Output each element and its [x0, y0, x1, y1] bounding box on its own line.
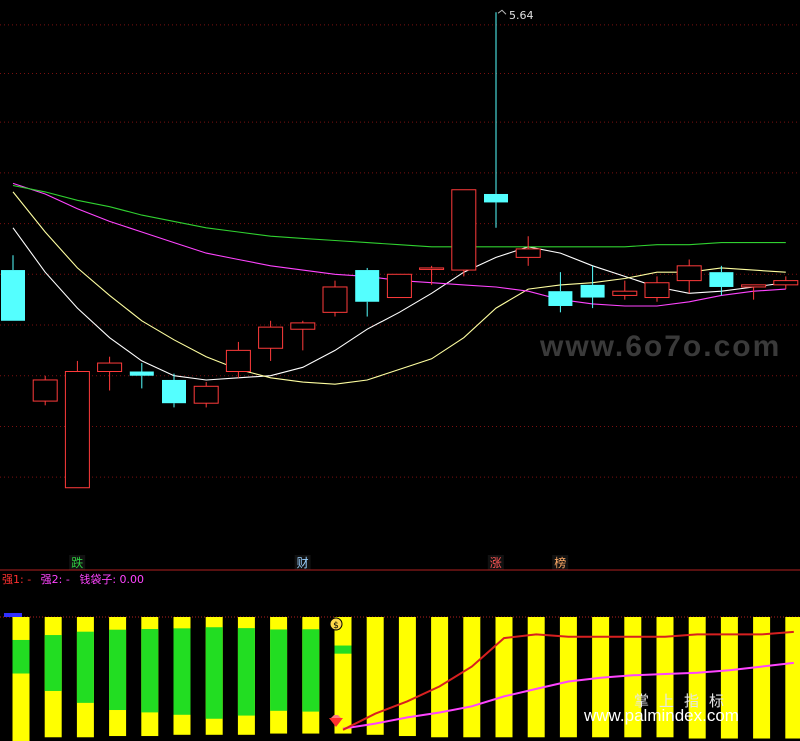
ma-line-3: [12, 184, 786, 248]
candle-body: [386, 273, 412, 299]
candle-1: [32, 375, 58, 406]
green-bar-10: [334, 645, 352, 654]
peak-pointer: [497, 9, 507, 15]
candle-body: [773, 280, 799, 286]
legend-qiang2: 强2: -: [40, 573, 70, 586]
marker-char: 财: [297, 556, 309, 570]
green-bar-5: [173, 628, 191, 715]
candle-11: [355, 267, 380, 317]
marker-char: 跌: [71, 555, 83, 570]
candle-body: [580, 284, 605, 298]
yellow-bar-0: [12, 617, 30, 741]
marker-1: 财: [294, 555, 311, 570]
green-bar-6: [205, 627, 223, 719]
candle-body: [193, 385, 219, 404]
kline-chart: 5.64 跌 财 涨 榜 $: [0, 9, 800, 741]
candle-14: [451, 189, 477, 277]
green-bar-8: [270, 629, 288, 711]
candle-5: [162, 373, 186, 408]
yellow-bar-14: [463, 617, 481, 738]
peak-label: 5.64: [509, 9, 534, 22]
yellow-bar-13: [431, 617, 449, 738]
green-bar-2: [76, 631, 94, 703]
candle-body: [225, 349, 251, 372]
candle-9: [290, 320, 316, 351]
watermark-palmindex: www.palmindex.com: [584, 706, 739, 725]
green-bar-9: [302, 629, 320, 712]
candle-body: [676, 265, 702, 282]
legend-qiandaizi: 钱袋子: 0.00: [79, 573, 145, 586]
peak-annotation: 5.64: [497, 9, 534, 22]
candle-body: [64, 370, 90, 489]
candle-6: [193, 382, 219, 408]
candle-body: [1, 270, 25, 321]
candle-22: [709, 265, 734, 296]
candle-body: [515, 248, 541, 258]
candle-body: [32, 379, 58, 402]
candle-18: [580, 265, 605, 309]
candle-body: [97, 362, 123, 372]
candle-8: [258, 320, 284, 361]
candle-7: [225, 341, 251, 378]
candle-body: [290, 322, 316, 330]
candle-3: [97, 356, 123, 391]
candle-20: [644, 276, 670, 302]
yellow-bar-15: [495, 617, 513, 738]
candle-body: [322, 286, 348, 313]
price-gridlines: [0, 24, 800, 478]
candle-19: [612, 280, 638, 300]
svg-text:$: $: [333, 621, 339, 631]
green-bar-0: [12, 639, 30, 674]
candle-21: [676, 259, 702, 294]
candle-body: [129, 371, 154, 376]
marker-0: 跌: [69, 555, 86, 570]
candle-body: [709, 272, 734, 287]
candle-body: [162, 379, 186, 404]
legend-qiang1: 强1: -: [2, 573, 32, 586]
candle-body: [612, 290, 638, 296]
candle-17: [548, 272, 573, 313]
watermark-6o7o: www.6o7o.com: [540, 330, 782, 363]
candle-12: [386, 273, 412, 299]
candle-2: [64, 360, 90, 489]
green-bar-4: [141, 629, 159, 713]
green-bar-7: [237, 628, 255, 716]
candle-16: [515, 236, 541, 266]
green-bar-1: [44, 635, 62, 691]
marker-3: 榜: [552, 555, 569, 570]
candle-body: [741, 284, 767, 288]
candle-0: [1, 255, 25, 321]
marker-char: 榜: [554, 555, 566, 570]
candle-body: [644, 282, 670, 299]
signal-markers: 跌财涨榜: [69, 555, 569, 570]
marker-char: 涨: [490, 555, 502, 570]
candle-body: [258, 326, 284, 349]
candlesticks: [1, 12, 799, 489]
indicator-start-flag: [4, 613, 22, 617]
yellow-bar-17: [559, 617, 577, 738]
indicator-legend: 强1: - 强2: - 钱袋子: 0.00: [2, 571, 150, 587]
candle-10: [322, 280, 348, 317]
yellow-bar-24: [785, 617, 800, 739]
candle-body: [451, 189, 477, 271]
candle-body: [484, 193, 508, 203]
candle-4: [129, 363, 154, 389]
green-bar-3: [109, 629, 127, 711]
marker-2: 涨: [487, 555, 504, 570]
candle-24: [773, 276, 799, 290]
candle-body: [419, 267, 445, 270]
candle-15: [484, 12, 508, 228]
candle-body: [355, 270, 380, 302]
candle-body: [548, 291, 573, 306]
